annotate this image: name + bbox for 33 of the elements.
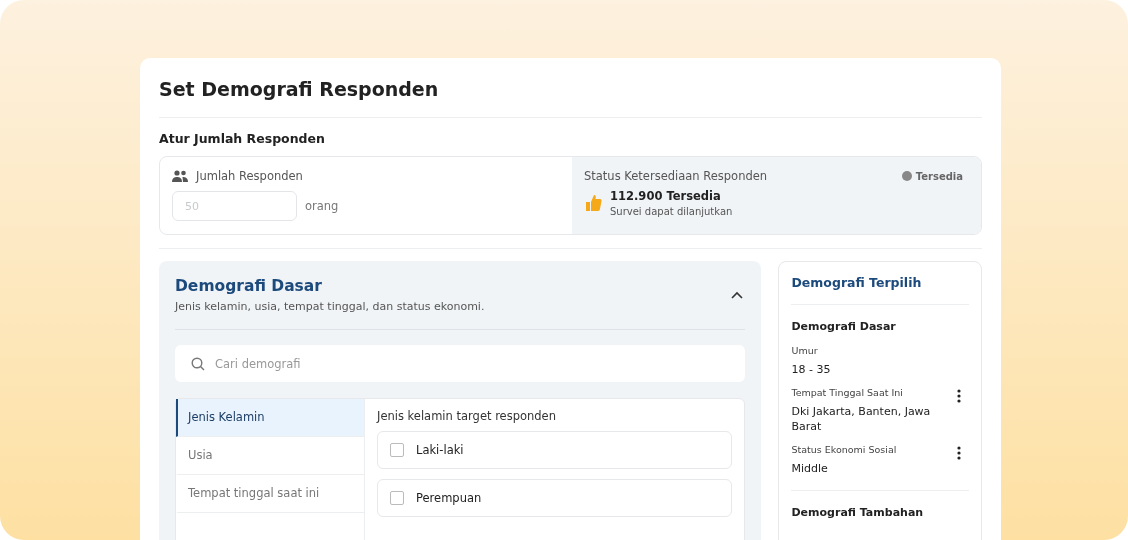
status-icon bbox=[901, 171, 912, 181]
group-title: Demografi Dasar bbox=[791, 320, 897, 333]
group-title: Demografi Tambahan bbox=[791, 506, 925, 519]
available-count: 112.900 Tersedia bbox=[610, 189, 722, 203]
item-value: 18 - 35 bbox=[791, 362, 832, 377]
respondent-count-input[interactable]: 50 bbox=[172, 191, 297, 221]
panel-title: Demografi Terpilih bbox=[791, 275, 923, 290]
status-label: Tersedia bbox=[901, 169, 963, 183]
section-heading: Atur Jumlah Responden bbox=[159, 131, 326, 146]
more-icon[interactable] bbox=[957, 389, 961, 403]
people-icon bbox=[172, 170, 188, 182]
category-item[interactable]: Jenis Kelamin bbox=[176, 399, 364, 437]
item-label: Tempat Tinggal Saat Ini bbox=[791, 387, 904, 398]
item-value: Dki Jakarta, Banten, Jawa Barat bbox=[791, 404, 932, 434]
unit-label: orang bbox=[305, 199, 339, 213]
item-label: Umur bbox=[791, 345, 819, 356]
category-item[interactable]: Tempat tinggal saat ini bbox=[176, 475, 364, 513]
collapse-icon[interactable] bbox=[731, 291, 744, 299]
page-title: Set Demografi Responden bbox=[159, 78, 440, 102]
item-value: Middle bbox=[791, 461, 829, 476]
search-field[interactable]: Cari demografi bbox=[175, 345, 746, 382]
option-checkbox[interactable]: Laki-laki bbox=[377, 431, 733, 469]
field-label: Jumlah Responden bbox=[196, 169, 303, 183]
thumbs-up-icon bbox=[584, 194, 602, 212]
category-item[interactable]: Usia bbox=[176, 437, 364, 475]
availability-note: Survei dapat dilanjutkan bbox=[610, 206, 733, 217]
more-icon[interactable] bbox=[957, 446, 961, 460]
section-subtitle: Jenis kelamin, usia, tempat tinggal, dan status ekonomi. bbox=[175, 300, 485, 313]
item-label: Status Ekonomi Sosial bbox=[791, 444, 898, 455]
option-checkbox[interactable]: Perempuan bbox=[377, 479, 733, 517]
options-title: Jenis kelamin target responden bbox=[377, 409, 557, 423]
section-title: Demografi Dasar bbox=[175, 277, 323, 295]
availability-title: Status Ketersediaan Responden bbox=[584, 169, 768, 183]
